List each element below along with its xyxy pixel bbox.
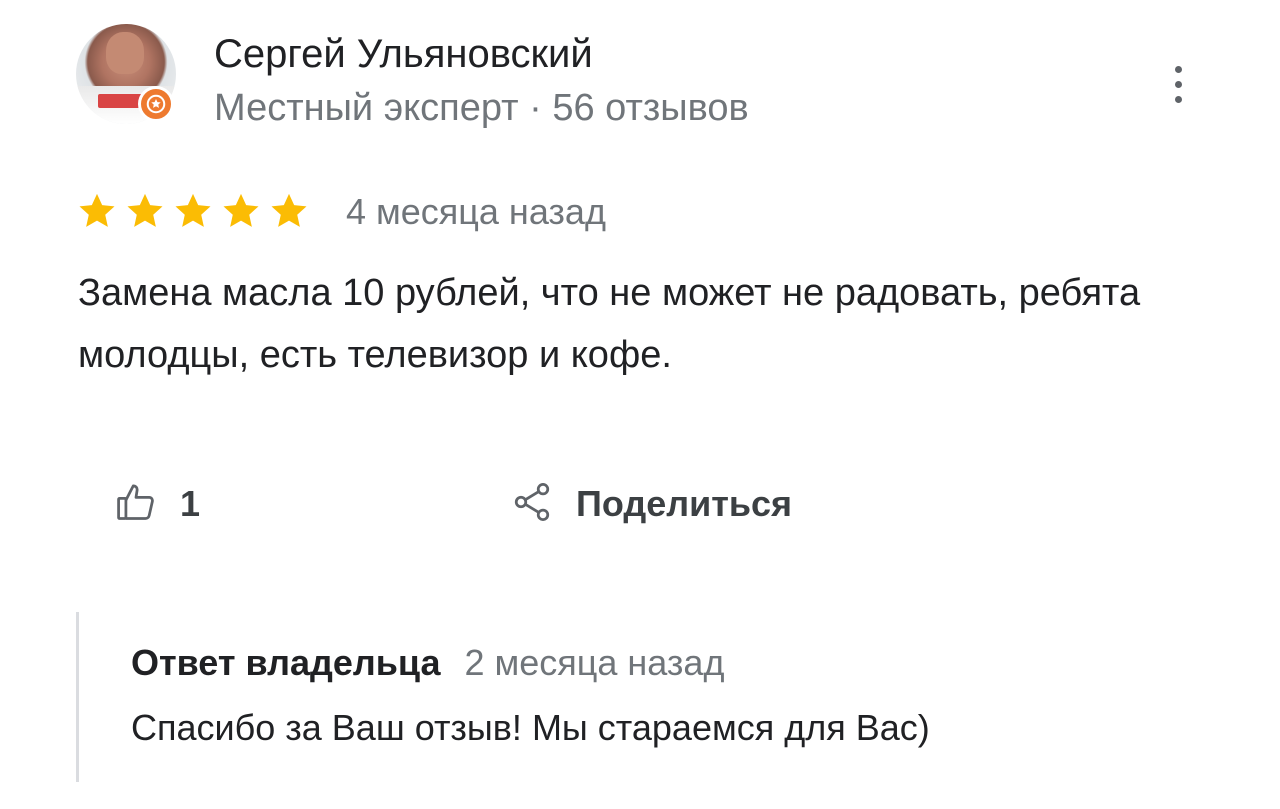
owner-reply-header: Ответ владельца 2 месяца назад (131, 642, 724, 684)
local-guide-star-icon (138, 86, 174, 122)
share-label: Поделиться (576, 483, 793, 524)
star-icon (271, 193, 307, 227)
star-icon (79, 193, 115, 227)
avatar-photo-figure (106, 32, 144, 74)
owner-reply-title: Ответ владельца (131, 642, 441, 683)
review-date: 4 месяца назад (346, 191, 606, 232)
share-button[interactable]: Поделиться (510, 476, 792, 532)
owner-reply: Ответ владельца 2 месяца назад Спасибо з… (76, 612, 1209, 782)
menu-dot (1174, 80, 1182, 88)
owner-reply-text: Спасибо за Ваш отзыв! Мы стараемся для В… (131, 707, 930, 748)
star-icon (127, 193, 163, 227)
review-text: Замена масла 10 рублей, что не может не … (78, 272, 1141, 376)
star-icon (175, 193, 211, 227)
more-vertical-icon[interactable] (1156, 56, 1200, 112)
like-count: 1 (180, 483, 201, 524)
share-icon (510, 480, 554, 529)
author-name[interactable]: Сергей Ульяновский (214, 30, 593, 78)
thumb-up-icon (114, 480, 158, 529)
review-card: Сергей Ульяновский Местный эксперт · 56 … (0, 0, 1280, 809)
menu-dot (1174, 95, 1182, 103)
star-icon (223, 193, 259, 227)
owner-reply-date: 2 месяца назад (464, 642, 725, 683)
star-rating (76, 190, 310, 234)
author-meta[interactable]: Местный эксперт · 56 отзывов (214, 84, 749, 132)
like-button[interactable]: 1 (114, 476, 200, 532)
menu-dot (1174, 65, 1182, 73)
